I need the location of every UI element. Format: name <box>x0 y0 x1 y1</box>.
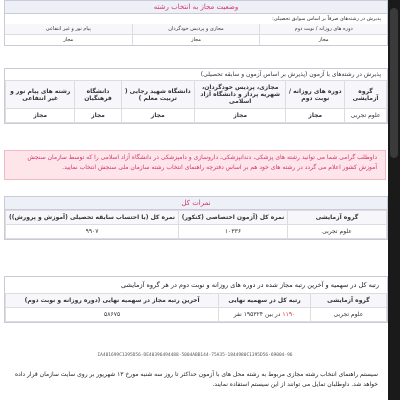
scores-title: نمرات کل <box>5 197 387 210</box>
cell-score-group: علوم تجربی <box>286 224 388 239</box>
records-based-subtitle: پذیرش در رشته‌های صرفاً بر اساس سوابق تح… <box>272 16 381 22</box>
scroll-thumb[interactable] <box>390 8 398 158</box>
notice-banner: داوطلب گرامی شما می توانید رشته های پزشک… <box>4 150 386 180</box>
col-farhangian: دانشگاه فرهنگیان <box>74 80 122 109</box>
footer-text: سیستم راهنمای انتخاب رشته مجازی مربوط به… <box>14 371 378 388</box>
col-payamnoor: رشته های پیام نور و غیر انتفاعی <box>4 80 76 109</box>
col-score-exam: نمره کل (آزمون اختصاصی (کنکور) <box>178 210 288 225</box>
col-score-group: گروه آزمایشی <box>286 210 388 225</box>
cell-rank-group: علوم تجربی <box>309 307 388 322</box>
ranks-table: گروه آزمایشی رتبه کل در سهمیه نهایی آخری… <box>4 293 388 322</box>
exam-eligibility-table: گروه آزمایشی دوره های روزانه / نوبت دوم … <box>4 80 387 123</box>
scores-table: گروه آزمایشی نمره کل (آزمون اختصاصی (کنک… <box>4 210 388 239</box>
cell-score-exam: ۱۰۳۳۶ <box>178 224 288 239</box>
col-daily: دوره های روزانه / نوبت دوم <box>285 80 346 109</box>
records-value-row: مجاز مجاز مجاز <box>5 35 387 45</box>
eligibility-panel: وضعیت مجاز به انتخاب رشته پذیرش در رشته‌… <box>4 0 388 46</box>
col-rank-group: گروه آزمایشی <box>309 293 388 308</box>
cell-score-records: ۹۹۰۷ <box>4 224 180 239</box>
table-header-row: گروه آزمایشی دوره های روزانه / نوبت دوم … <box>4 80 387 109</box>
header-payamnoor: پیام نور و غیر انتفاعی <box>45 26 91 32</box>
cell-rank-last: ۵۸۶۷۵ <box>4 307 220 322</box>
cell-rank-final: ۱۱۹۰ در بین ۱۹۵۳۲۴ نفر <box>218 307 311 322</box>
table-row: علوم تجربی ۱۱۹۰ در بین ۱۹۵۳۲۴ نفر ۵۸۶۷۵ <box>4 307 388 322</box>
ranks-panel: رتبه کل در سهمیه و آخرین رتبه مجاز شده د… <box>4 276 388 323</box>
cell-daily: مجاز <box>285 108 346 123</box>
value-payamnoor: مجاز <box>63 37 74 43</box>
eligibility-title: وضعیت مجاز به انتخاب رشته <box>5 1 387 14</box>
results-page: وضعیت مجاز به انتخاب رشته پذیرش در رشته‌… <box>0 0 388 400</box>
value-virtual: مجاز <box>131 35 260 45</box>
ranks-header-row: گروه آزمایشی رتبه کل در سهمیه نهایی آخری… <box>4 293 388 308</box>
col-score-records: نمره کل (با احتساب سابقه تحصیلی (آموزش و… <box>4 210 180 225</box>
col-virtual: مجازی، پردیس خودگردان، شهریه پرداز و دان… <box>193 80 287 109</box>
col-rank-final: رتبه کل در سهمیه نهایی <box>218 293 311 308</box>
exam-based-subtitle: پذیرش در رشته‌های با آزمون (پذیرش بر اسا… <box>200 71 381 78</box>
header-virtual: مجازی و پردیس خودگردان <box>131 24 260 34</box>
table-row: علوم تجربی مجاز مجاز مجاز مجاز مجاز <box>4 108 387 123</box>
header-daily: دوره های روزانه / نوبت دوم <box>259 24 387 34</box>
cell-payamnoor: مجاز <box>4 108 76 123</box>
col-group: گروه آزمایشی <box>344 80 387 109</box>
records-header-row: دوره های روزانه / نوبت دوم مجازی و پردیس… <box>5 24 387 35</box>
table-row: علوم تجربی ۱۰۳۳۶ ۹۹۰۷ <box>4 224 388 239</box>
scores-header-row: گروه آزمایشی نمره کل (آزمون اختصاصی (کنک… <box>4 210 388 225</box>
ranks-title: رتبه کل در سهمیه و آخرین رتبه مجاز شده د… <box>121 281 379 289</box>
col-rajaee: دانشگاه شهید رجایی ( تربیت معلم ) <box>120 80 195 109</box>
rank-value: ۱۱۹۰ <box>282 311 296 318</box>
col-rank-last: آخرین رتبه مجاز در سهمیه نهایی (دوره روز… <box>4 293 220 308</box>
rank-note: در بین ۱۹۵۳۲۴ نفر <box>233 311 281 318</box>
cell-group: علوم تجربی <box>344 108 387 123</box>
cell-farhangian: مجاز <box>74 108 122 123</box>
cell-virtual: مجاز <box>193 108 287 123</box>
cell-rajaee: مجاز <box>120 108 195 123</box>
tracking-hash: IA481699C1395D56-DE40396494488-5004ABB14… <box>97 353 293 358</box>
value-daily: مجاز <box>259 35 387 45</box>
scrollbar[interactable] <box>388 0 400 400</box>
exam-eligibility-panel: پذیرش در رشته‌های با آزمون (پذیرش بر اسا… <box>4 68 388 124</box>
notice-text: داوطلب گرامی شما می توانید رشته های پزشک… <box>27 154 377 171</box>
scores-panel: نمرات کل گروه آزمایشی نمره کل (آزمون اخت… <box>4 196 388 240</box>
